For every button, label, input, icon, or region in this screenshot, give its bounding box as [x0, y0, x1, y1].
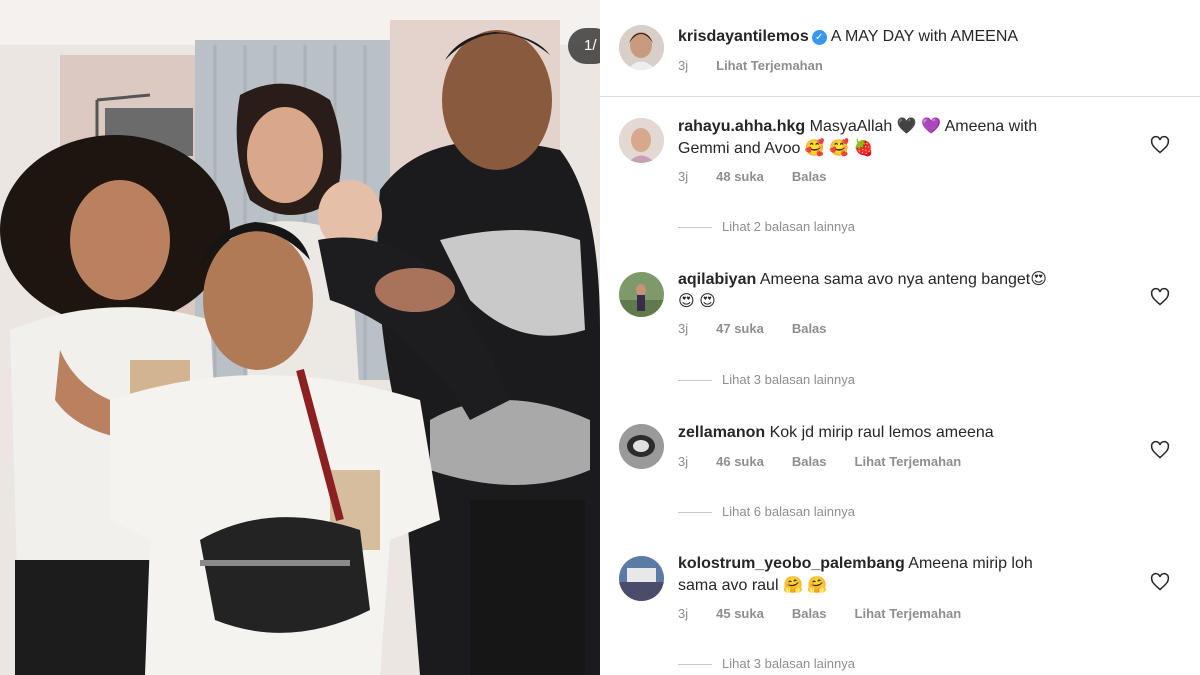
comment-text-cont: sama avo raul 🤗 🤗	[678, 577, 828, 594]
comment-meta: 3j 47 suka Balas	[678, 321, 855, 336]
caption-time: 3j	[678, 58, 689, 73]
comment-time: 3j	[678, 606, 689, 621]
heart-outline-icon[interactable]	[1150, 440, 1170, 460]
comment-likes[interactable]: 47 suka	[716, 321, 764, 336]
view-replies-link[interactable]: Lihat 6 balasan lainnya	[678, 504, 855, 519]
view-replies-text: Lihat 6 balasan lainnya	[722, 504, 855, 519]
caption-translate-link[interactable]: Lihat Terjemahan	[716, 58, 823, 73]
replies-divider	[678, 380, 712, 382]
comment-time: 3j	[678, 321, 689, 336]
view-replies-text: Lihat 2 balasan lainnya	[722, 219, 855, 234]
comment-time: 3j	[678, 454, 689, 469]
post-caption: krisdayantilemos ✓ A MAY DAY with AMEENA 3…	[600, 0, 1200, 97]
comment-text: Kok jd mirip raul lemos ameena	[769, 424, 994, 441]
view-replies-text: Lihat 3 balasan lainnya	[722, 372, 855, 387]
reply-button[interactable]: Balas	[792, 454, 827, 469]
verified-badge-icon: ✓	[811, 30, 827, 45]
comment-meta: 3j 45 suka Balas Lihat Terjemahan	[678, 606, 989, 621]
author-username[interactable]: krisdayantilemos	[678, 28, 809, 45]
view-replies-link[interactable]: Lihat 3 balasan lainnya	[678, 656, 855, 671]
comments-panel: krisdayantilemos ✓ A MAY DAY with AMEENA 3…	[600, 0, 1200, 675]
commenter-avatar[interactable]	[619, 556, 664, 601]
commenter-username[interactable]: rahayu.ahha.hkg	[678, 118, 805, 135]
comment-text: MasyaAllah 🖤 💜 Ameena with	[809, 118, 1038, 135]
commenter-username[interactable]: kolostrum_yeobo_palembang	[678, 555, 905, 572]
caption-text: A MAY DAY with AMEENA	[830, 28, 1019, 45]
comment-likes[interactable]: 48 suka	[716, 169, 764, 184]
comment-likes[interactable]: 46 suka	[716, 454, 764, 469]
reply-button[interactable]: Balas	[792, 606, 827, 621]
translate-link[interactable]: Lihat Terjemahan	[855, 454, 962, 469]
comment-text-cont: Gemmi and Avoo 🥰 🥰 🍓	[678, 140, 874, 157]
view-replies-text: Lihat 3 balasan lainnya	[722, 656, 855, 671]
heart-outline-icon[interactable]	[1150, 287, 1170, 307]
author-avatar[interactable]	[619, 25, 664, 70]
commenter-avatar[interactable]	[619, 424, 664, 469]
reply-button[interactable]: Balas	[792, 321, 827, 336]
translate-link[interactable]: Lihat Terjemahan	[855, 606, 962, 621]
replies-divider	[678, 227, 712, 229]
comment-text-cont: 😍 😍	[678, 293, 716, 310]
post-photo[interactable]: 1/	[0, 0, 600, 675]
comment-text: Ameena sama avo nya anteng banget😍	[759, 271, 1047, 288]
comment-text: Ameena mirip loh	[908, 555, 1033, 572]
carousel-page-indicator: 1/	[568, 28, 600, 64]
commenter-username[interactable]: zellamanon	[678, 424, 765, 441]
replies-divider	[678, 664, 712, 666]
caption-meta: 3j Lihat Terjemahan	[678, 58, 851, 73]
commenter-avatar[interactable]	[619, 118, 664, 163]
comment-meta: 3j 46 suka Balas Lihat Terjemahan	[678, 454, 989, 469]
heart-outline-icon[interactable]	[1150, 572, 1170, 592]
comment-likes[interactable]: 45 suka	[716, 606, 764, 621]
family-photo-illustration	[0, 0, 600, 675]
reply-button[interactable]: Balas	[792, 169, 827, 184]
replies-divider	[678, 512, 712, 514]
comment-time: 3j	[678, 169, 689, 184]
view-replies-link[interactable]: Lihat 3 balasan lainnya	[678, 372, 855, 387]
heart-outline-icon[interactable]	[1150, 135, 1170, 155]
view-replies-link[interactable]: Lihat 2 balasan lainnya	[678, 219, 855, 234]
commenter-avatar[interactable]	[619, 272, 664, 317]
comment-meta: 3j 48 suka Balas	[678, 169, 855, 184]
commenter-username[interactable]: aqilabiyan	[678, 271, 756, 288]
